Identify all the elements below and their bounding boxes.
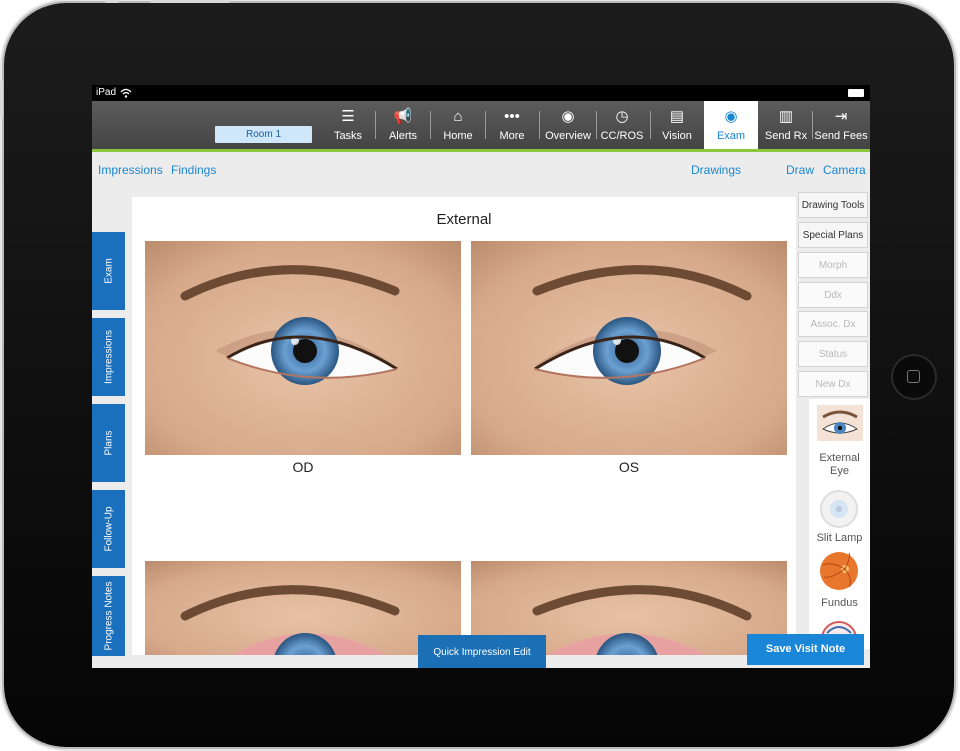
os-eye-image[interactable]: [471, 241, 787, 455]
tab-follow-up[interactable]: Follow-Up: [92, 490, 125, 568]
mute-switch: [105, 0, 119, 3]
nav-send-fees[interactable]: ⇥ Send Fees: [814, 101, 868, 149]
tab-exam-label: Exam: [103, 258, 114, 284]
quick-impression-edit-button[interactable]: Quick Impression Edit: [418, 635, 546, 668]
nav-exam[interactable]: ◉ Exam: [704, 101, 758, 149]
nav-cc-ros-label: CC/ROS: [600, 130, 644, 142]
impressions-link[interactable]: Impressions: [98, 163, 163, 177]
thumb-fundus-label: Fundus: [821, 597, 858, 609]
nav-exam-label: Exam: [716, 130, 746, 142]
thumb-slit-lamp-label: Slit Lamp: [816, 532, 863, 544]
external-eye-thumb-icon: [817, 405, 863, 441]
nav-vision[interactable]: ▤ Vision: [654, 101, 700, 149]
os-caption: OS: [618, 459, 640, 475]
fundus-thumb-icon: [820, 552, 858, 590]
nav-send-rx[interactable]: ▥ Send Rx: [761, 101, 811, 149]
ddx-button[interactable]: Ddx: [798, 282, 868, 308]
thumb-external-eye-label: External Eye: [819, 452, 860, 477]
save-visit-note-button[interactable]: Save Visit Note: [747, 634, 864, 665]
room-button[interactable]: Room 1: [215, 126, 312, 143]
document-arrow-icon: ⇥: [834, 108, 848, 125]
wifi-icon: [120, 88, 132, 98]
tab-impressions-label: Impressions: [103, 330, 114, 384]
nav-home-label: Home: [443, 130, 473, 142]
document-icon: ▥: [778, 108, 794, 125]
status-bar: iPad: [92, 85, 870, 101]
draw-link[interactable]: Draw: [786, 163, 814, 177]
carrier-label: iPad: [96, 87, 117, 98]
nav-vision-label: Vision: [662, 130, 692, 142]
clock-icon: ◷: [615, 108, 629, 125]
special-plans-button[interactable]: Special Plans: [798, 222, 868, 248]
tab-follow-up-label: Follow-Up: [103, 506, 114, 552]
home-button[interactable]: [893, 356, 935, 398]
drawing-tools-button[interactable]: Drawing Tools: [798, 192, 868, 218]
nav-more-label: More: [499, 130, 525, 142]
nav-home[interactable]: ⌂ Home: [434, 101, 482, 149]
tab-progress-notes[interactable]: Progress Notes: [92, 576, 125, 656]
battery-icon: [848, 89, 864, 97]
morph-button[interactable]: Morph: [798, 252, 868, 278]
nav-send-rx-label: Send Rx: [764, 130, 808, 142]
nav-more[interactable]: ••• More: [489, 101, 535, 149]
tab-plans[interactable]: Plans: [92, 404, 125, 482]
nav-cc-ros[interactable]: ◷ CC/ROS: [598, 101, 646, 149]
nav-overview[interactable]: ◉ Overview: [542, 101, 594, 149]
slit-lamp-thumb-icon: [820, 490, 858, 528]
megaphone-icon: 📢: [393, 108, 413, 125]
od-caption: OD: [292, 459, 314, 475]
nav-overview-label: Overview: [545, 130, 591, 142]
nav-tasks-label: Tasks: [333, 130, 363, 142]
nav-alerts-label: Alerts: [388, 130, 418, 142]
camera-link[interactable]: Camera: [823, 163, 866, 177]
tasks-icon: ☰: [341, 108, 355, 125]
new-dx-button[interactable]: New Dx: [798, 371, 868, 397]
home-icon: ⌂: [453, 108, 463, 125]
tab-plans-label: Plans: [103, 430, 114, 456]
assoc-dx-button[interactable]: Assoc. Dx: [798, 311, 868, 337]
drawing-thumbnails: External Eye Slit Lamp Fundus: [809, 399, 870, 649]
nav-send-fees-label: Send Fees: [814, 130, 868, 142]
app-screen: iPad Room 1 ☰ Tasks 📢 Alerts ⌂ Home ••• …: [92, 85, 870, 668]
nav-tasks[interactable]: ☰ Tasks: [326, 101, 370, 149]
tab-impressions[interactable]: Impressions: [92, 318, 125, 396]
tab-exam[interactable]: Exam: [92, 232, 125, 310]
sub-navigation: Impressions Findings Drawings Draw Camer…: [92, 152, 870, 184]
monitor-icon: ▤: [669, 108, 685, 125]
person-icon: ◉: [561, 108, 575, 125]
drawings-link[interactable]: Drawings: [691, 163, 741, 177]
findings-link[interactable]: Findings: [171, 163, 216, 177]
eye-icon: ◉: [724, 108, 738, 125]
more-icon: •••: [504, 108, 520, 125]
od-eye-image[interactable]: [145, 241, 461, 455]
tab-progress-notes-label: Progress Notes: [103, 581, 114, 651]
od-eye-image-2[interactable]: [145, 561, 461, 655]
status-button[interactable]: Status: [798, 341, 868, 367]
top-toolbar: Room 1 ☰ Tasks 📢 Alerts ⌂ Home ••• More …: [92, 101, 870, 152]
nav-alerts[interactable]: 📢 Alerts: [380, 101, 426, 149]
power-button: [150, 0, 230, 3]
volume-button: [0, 80, 3, 118]
drawing-canvas: External OD OS: [132, 197, 796, 655]
page-title: External: [436, 211, 492, 228]
